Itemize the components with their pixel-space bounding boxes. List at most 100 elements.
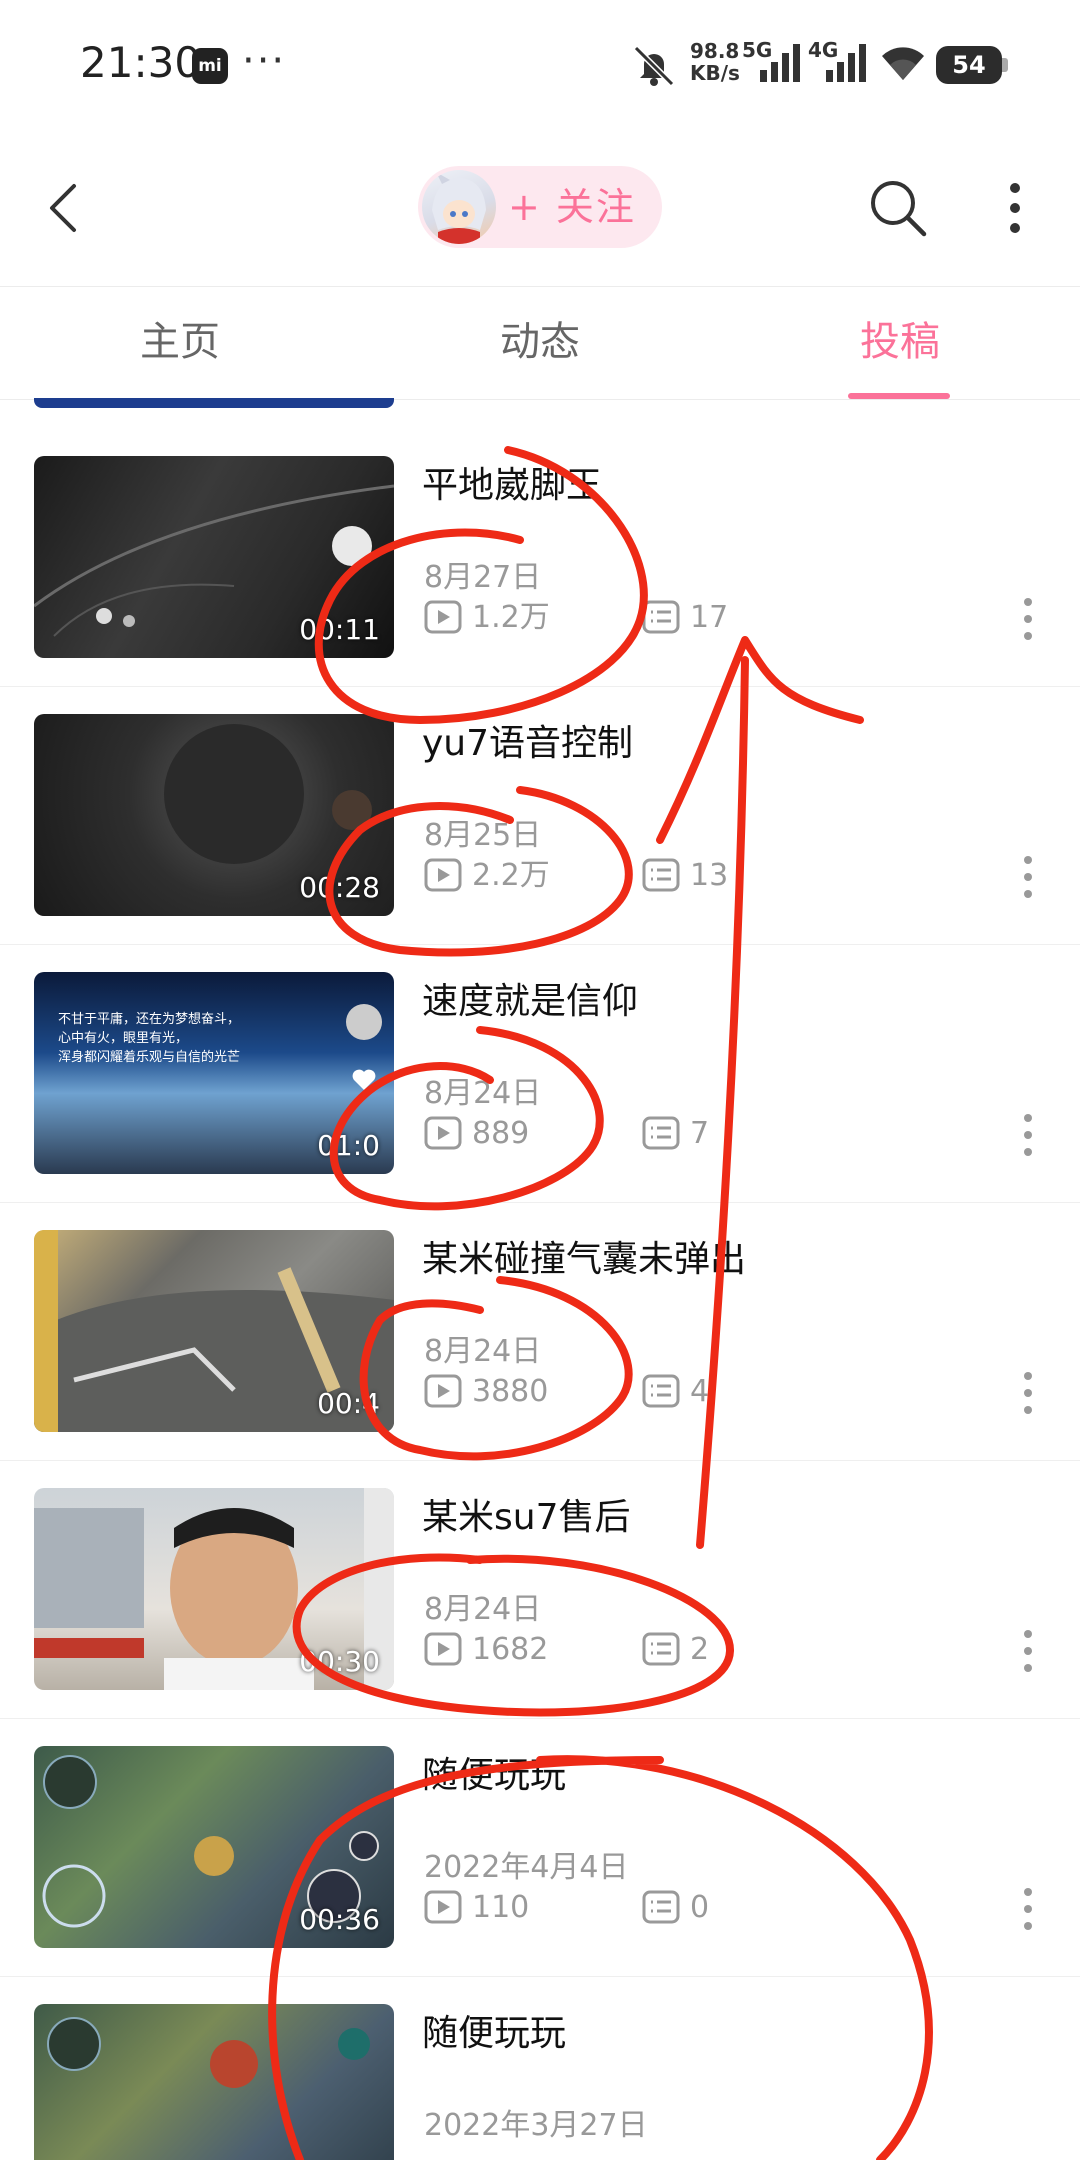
video-item[interactable]: 00:4 某米碰撞气囊未弹出 8月24日 3880 4	[0, 1202, 1080, 1461]
view-count: 889	[424, 1114, 624, 1154]
video-title[interactable]: 某米su7售后	[422, 1488, 630, 1540]
item-more-icon[interactable]	[1016, 852, 1040, 902]
net-speed-value: 98.8	[690, 39, 740, 63]
video-date: 8月24日	[424, 1076, 542, 1111]
video-title[interactable]: 随便玩玩	[422, 1746, 566, 1798]
video-item[interactable]: 不甘于平庸，还在为梦想奋斗， 心中有火，眼里有光， 浑身都闪耀着乐观与自信的光芒…	[0, 944, 1080, 1203]
comment-count-icon	[642, 1890, 680, 1924]
video-date: 2022年3月27日	[424, 2108, 648, 2143]
wifi-icon	[882, 47, 924, 80]
avatar[interactable]	[422, 170, 496, 244]
more-notifications-icon: ···	[242, 38, 287, 84]
view-count: 3880	[424, 1372, 624, 1412]
mi-app-icon: mi	[192, 48, 228, 84]
comment-count-value: 4	[690, 1374, 710, 1409]
comment-count: 4	[642, 1372, 802, 1412]
signal-icon-2	[826, 44, 866, 82]
video-item[interactable]: 00:36 随便玩玩 2022年4月4日 110 0	[0, 1718, 1080, 1977]
video-thumbnail[interactable]: 不甘于平庸，还在为梦想奋斗， 心中有火，眼里有光， 浑身都闪耀着乐观与自信的光芒…	[34, 972, 394, 1174]
status-bar: 21:30 mi ··· 98.8 KB/s 5G 4G 54	[0, 0, 1080, 130]
comment-count-value: 17	[690, 600, 729, 635]
battery-tip	[1002, 58, 1008, 72]
video-title[interactable]: 速度就是信仰	[422, 972, 638, 1024]
play-count-icon	[424, 1632, 462, 1666]
bell-muted-icon	[633, 45, 675, 87]
tab-submissions[interactable]: 投稿	[800, 287, 1000, 399]
view-count: 110	[424, 1888, 624, 1928]
play-count-icon	[424, 1890, 462, 1924]
comment-count-value: 7	[690, 1116, 710, 1151]
view-count-value: 3880	[472, 1374, 549, 1409]
item-more-icon[interactable]	[1016, 1626, 1040, 1676]
view-count: 1.2万	[424, 598, 624, 638]
play-count-icon	[424, 1116, 462, 1150]
item-more-icon[interactable]	[1016, 1110, 1040, 1160]
video-duration: 01:0	[317, 1129, 380, 1162]
more-vertical-icon[interactable]	[1000, 178, 1030, 238]
video-duration: 00:28	[299, 871, 380, 904]
video-thumbnail[interactable]: 00:36	[34, 1746, 394, 1948]
comment-count-value: 13	[690, 858, 729, 893]
video-title[interactable]: 某米碰撞气囊未弹出	[422, 1230, 746, 1282]
signal-icon	[760, 44, 800, 82]
video-item[interactable]: 00:11 平地崴脚王 8月27日 1.2万 17	[0, 428, 1080, 687]
avatar-art-icon	[432, 172, 486, 244]
video-duration: 00:4	[317, 1387, 380, 1420]
video-item[interactable]: 随便玩玩 2022年3月27日	[0, 1976, 1080, 2160]
profile-tabs: 主页 动态 投稿	[0, 286, 1080, 400]
video-item[interactable]: 00:28 yu7语音控制 8月25日 2.2万 13	[0, 686, 1080, 945]
comment-count: 7	[642, 1114, 802, 1154]
view-count-value: 1.2万	[472, 600, 550, 635]
view-count-value: 889	[472, 1116, 530, 1151]
view-count-value: 2.2万	[472, 858, 550, 893]
search-icon[interactable]	[866, 176, 930, 240]
previous-item-thumbnail[interactable]	[34, 398, 394, 408]
video-title[interactable]: yu7语音控制	[422, 714, 633, 766]
comment-count-value: 2	[690, 1632, 710, 1667]
view-count-value: 1682	[472, 1632, 549, 1667]
video-thumbnail[interactable]: 00:28	[34, 714, 394, 916]
video-title[interactable]: 随便玩玩	[422, 2004, 566, 2056]
follow-button[interactable]: + 关注	[418, 166, 662, 248]
view-count-value: 110	[472, 1890, 530, 1925]
video-list: 00:11 平地崴脚王 8月27日 1.2万 17 00:28 yu7语音控制 …	[0, 398, 1080, 2160]
follow-label: + 关注	[508, 185, 636, 229]
comment-count-icon	[642, 1632, 680, 1666]
video-duration: 00:30	[299, 1645, 380, 1678]
video-thumbnail[interactable]: 00:4	[34, 1230, 394, 1432]
net-speed-unit: KB/s	[690, 61, 740, 85]
item-more-icon[interactable]	[1016, 594, 1040, 644]
status-time: 21:30	[80, 38, 202, 87]
play-count-icon	[424, 1374, 462, 1408]
view-count: 1682	[424, 1630, 624, 1670]
view-count: 2.2万	[424, 856, 624, 896]
video-duration: 00:11	[299, 613, 380, 646]
comment-count-icon	[642, 600, 680, 634]
comment-count-icon	[642, 1374, 680, 1408]
video-date: 8月24日	[424, 1334, 542, 1369]
video-thumbnail[interactable]: 00:30	[34, 1488, 394, 1690]
video-thumbnail[interactable]	[34, 2004, 394, 2160]
video-item[interactable]: 00:30 某米su7售后 8月24日 1682 2	[0, 1460, 1080, 1719]
video-date: 8月27日	[424, 560, 542, 595]
play-count-icon	[424, 858, 462, 892]
comment-count: 13	[642, 856, 802, 896]
back-icon[interactable]	[40, 180, 90, 236]
comment-count: 17	[642, 598, 802, 638]
comment-count-icon	[642, 858, 680, 892]
comment-count-icon	[642, 1116, 680, 1150]
item-more-icon[interactable]	[1016, 1368, 1040, 1418]
game-screen-image	[47, 2017, 370, 2088]
net-speed: 98.8 KB/s	[690, 40, 740, 84]
tab-home[interactable]: 主页	[80, 287, 280, 399]
battery-icon: 54	[936, 46, 1002, 84]
comment-count: 0	[642, 1888, 802, 1928]
video-date: 8月24日	[424, 1592, 542, 1627]
video-title[interactable]: 平地崴脚王	[422, 456, 602, 508]
item-more-icon[interactable]	[1016, 1884, 1040, 1934]
top-nav: + 关注	[0, 130, 1080, 286]
tab-dynamics[interactable]: 动态	[440, 287, 640, 399]
video-thumbnail[interactable]: 00:11	[34, 456, 394, 658]
play-count-icon	[424, 600, 462, 634]
video-date: 8月25日	[424, 818, 542, 853]
